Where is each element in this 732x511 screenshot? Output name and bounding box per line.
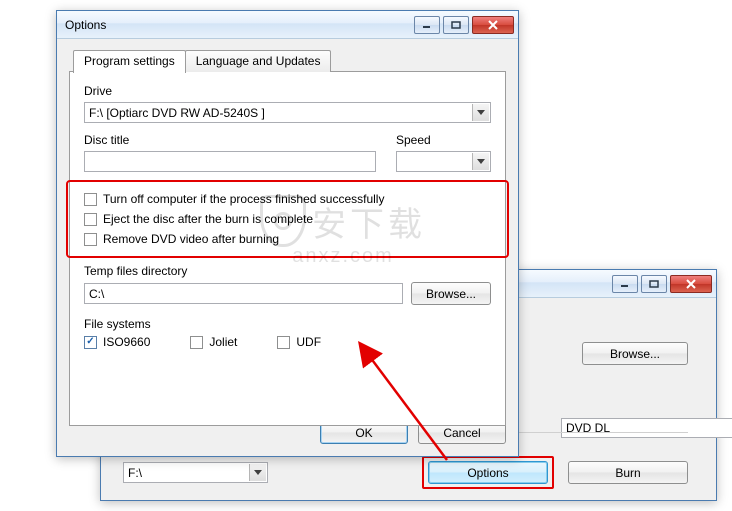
- window-title: Options: [65, 18, 414, 32]
- temp-dir-label: Temp files directory: [84, 264, 491, 278]
- disc-title-value[interactable]: [89, 152, 373, 171]
- chevron-down-icon: [472, 153, 489, 170]
- chevron-down-icon: [249, 464, 266, 481]
- drive-combo-value: F:\ [Optiarc DVD RW AD-5240S ]: [89, 106, 472, 120]
- remove-label: Remove DVD video after burning: [103, 232, 279, 246]
- joliet-checkbox[interactable]: [190, 336, 203, 349]
- burn-button[interactable]: Burn: [568, 461, 688, 484]
- options-dialog: Options Program settings Language and Up…: [56, 10, 519, 457]
- options-button[interactable]: Options: [428, 461, 548, 484]
- minimize-button[interactable]: [414, 16, 440, 34]
- minimize-button[interactable]: [612, 275, 638, 293]
- file-systems-label: File systems: [84, 317, 491, 331]
- turnoff-label: Turn off computer if the process finishe…: [103, 192, 384, 206]
- speed-combo[interactable]: [396, 151, 491, 172]
- udf-checkbox[interactable]: [277, 336, 290, 349]
- turnoff-checkbox[interactable]: [84, 193, 97, 206]
- titlebar[interactable]: Options: [57, 11, 518, 39]
- temp-dir-value[interactable]: [89, 284, 400, 303]
- remove-checkbox[interactable]: [84, 233, 97, 246]
- temp-dir-input[interactable]: [84, 283, 403, 304]
- udf-label: UDF: [296, 335, 321, 349]
- drive-combo[interactable]: F:\ [Optiarc DVD RW AD-5240S ]: [84, 102, 491, 123]
- chevron-down-icon: [472, 104, 489, 121]
- eject-checkbox[interactable]: [84, 213, 97, 226]
- maximize-button[interactable]: [443, 16, 469, 34]
- joliet-label: Joliet: [209, 335, 237, 349]
- close-button[interactable]: [670, 275, 712, 293]
- tab-language-updates[interactable]: Language and Updates: [185, 50, 332, 72]
- tab-program-settings[interactable]: Program settings: [73, 50, 186, 73]
- browse-button[interactable]: Browse...: [582, 342, 688, 365]
- iso9660-label: ISO9660: [103, 335, 150, 349]
- disc-title-label: Disc title: [84, 133, 376, 147]
- speed-label: Speed: [396, 133, 491, 147]
- drive-label: Drive: [84, 84, 491, 98]
- eject-label: Eject the disc after the burn is complet…: [103, 212, 313, 226]
- tab-panel: Drive F:\ [Optiarc DVD RW AD-5240S ] Dis…: [69, 71, 506, 426]
- browse-button[interactable]: Browse...: [411, 282, 491, 305]
- disc-title-input[interactable]: [84, 151, 376, 172]
- maximize-button[interactable]: [641, 275, 667, 293]
- drive-combo[interactable]: F:\: [123, 462, 268, 483]
- close-button[interactable]: [472, 16, 514, 34]
- iso9660-checkbox[interactable]: [84, 336, 97, 349]
- drive-combo-value: F:\: [128, 466, 249, 480]
